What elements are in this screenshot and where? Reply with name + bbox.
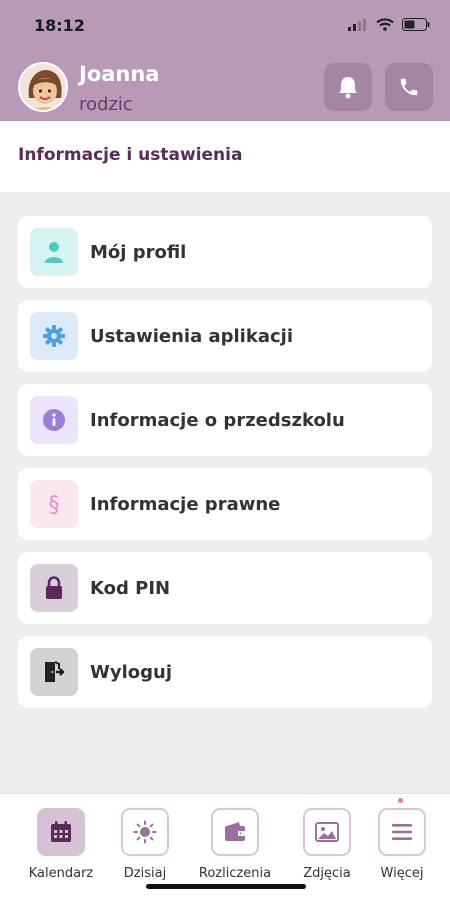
menu-item-preschool-info[interactable]: Informacje o przedszkolu bbox=[18, 384, 432, 456]
menu-item-label: Ustawienia aplikacji bbox=[90, 325, 293, 347]
tab-label: Kalendarz bbox=[28, 866, 94, 881]
tab-label: Więcej bbox=[380, 866, 424, 881]
page-title: Informacje i ustawienia bbox=[18, 145, 243, 165]
tab-label: Rozliczenia bbox=[198, 866, 272, 881]
tab-settlements[interactable]: Rozliczenia bbox=[192, 808, 278, 881]
notifications-button[interactable] bbox=[324, 63, 372, 111]
menu-item-my-profile[interactable]: Mój profil bbox=[18, 216, 432, 288]
wifi-icon bbox=[376, 18, 394, 31]
menu-item-label: Wyloguj bbox=[90, 661, 172, 683]
tab-icon-box bbox=[37, 808, 85, 856]
tab-today[interactable]: Dzisiaj bbox=[106, 808, 184, 881]
tab-photos[interactable]: Zdjęcia bbox=[288, 808, 366, 881]
logout-icon bbox=[45, 661, 65, 682]
notification-dot bbox=[398, 798, 403, 803]
menu-icon-box bbox=[30, 648, 78, 696]
tab-label: Dzisiaj bbox=[123, 866, 167, 881]
menu-item-label: Kod PIN bbox=[90, 577, 171, 599]
battery-icon bbox=[402, 18, 430, 31]
menu-icon-box bbox=[30, 312, 78, 360]
menu-icon-box bbox=[30, 228, 78, 276]
menu-item-label: Informacje prawne bbox=[90, 493, 281, 515]
tab-icon-box bbox=[378, 808, 426, 856]
home-indicator[interactable] bbox=[146, 884, 306, 889]
status-time: 18:12 bbox=[34, 16, 85, 35]
calendar-icon bbox=[51, 821, 71, 842]
tab-icon-box bbox=[303, 808, 351, 856]
wallet-icon bbox=[225, 822, 245, 841]
app-header: 18:12 Joanna rodzic bbox=[0, 0, 450, 121]
svg-text:§: § bbox=[49, 493, 60, 518]
phone-icon bbox=[400, 78, 418, 96]
status-icons bbox=[348, 18, 430, 31]
image-icon bbox=[315, 822, 339, 842]
call-button[interactable] bbox=[385, 63, 433, 111]
avatar-image bbox=[20, 64, 66, 110]
person-icon bbox=[45, 242, 63, 263]
section-sign-icon: § bbox=[49, 493, 60, 518]
menu-icon-box: § bbox=[30, 480, 78, 528]
bell-icon bbox=[339, 77, 357, 99]
menu-item-app-settings[interactable]: Ustawienia aplikacji bbox=[18, 300, 432, 372]
sun-icon bbox=[133, 820, 157, 844]
tab-icon-box bbox=[121, 808, 169, 856]
section-header: Informacje i ustawienia bbox=[0, 121, 450, 192]
menu-item-logout[interactable]: Wyloguj bbox=[18, 636, 432, 708]
user-role: rodzic bbox=[79, 94, 133, 115]
menu-item-legal-info[interactable]: § Informacje prawne bbox=[18, 468, 432, 540]
user-name: Joanna bbox=[79, 62, 160, 86]
menu-icon-box bbox=[30, 564, 78, 612]
avatar[interactable] bbox=[18, 62, 68, 112]
status-bar: 18:12 bbox=[0, 0, 450, 50]
lock-icon bbox=[46, 576, 62, 599]
tab-more[interactable]: Więcej bbox=[364, 808, 440, 881]
signal-icon bbox=[348, 18, 366, 31]
info-icon bbox=[43, 409, 65, 431]
menu-item-label: Mój profil bbox=[90, 241, 187, 263]
gear-icon bbox=[43, 325, 65, 347]
tab-calendar[interactable]: Kalendarz bbox=[22, 808, 100, 881]
menu-item-label: Informacje o przedszkolu bbox=[90, 409, 345, 431]
tab-icon-box bbox=[211, 808, 259, 856]
tab-label: Zdjęcia bbox=[303, 866, 351, 881]
menu-icon-box bbox=[30, 396, 78, 444]
menu-icon bbox=[392, 824, 412, 840]
menu-item-pin-code[interactable]: Kod PIN bbox=[18, 552, 432, 624]
